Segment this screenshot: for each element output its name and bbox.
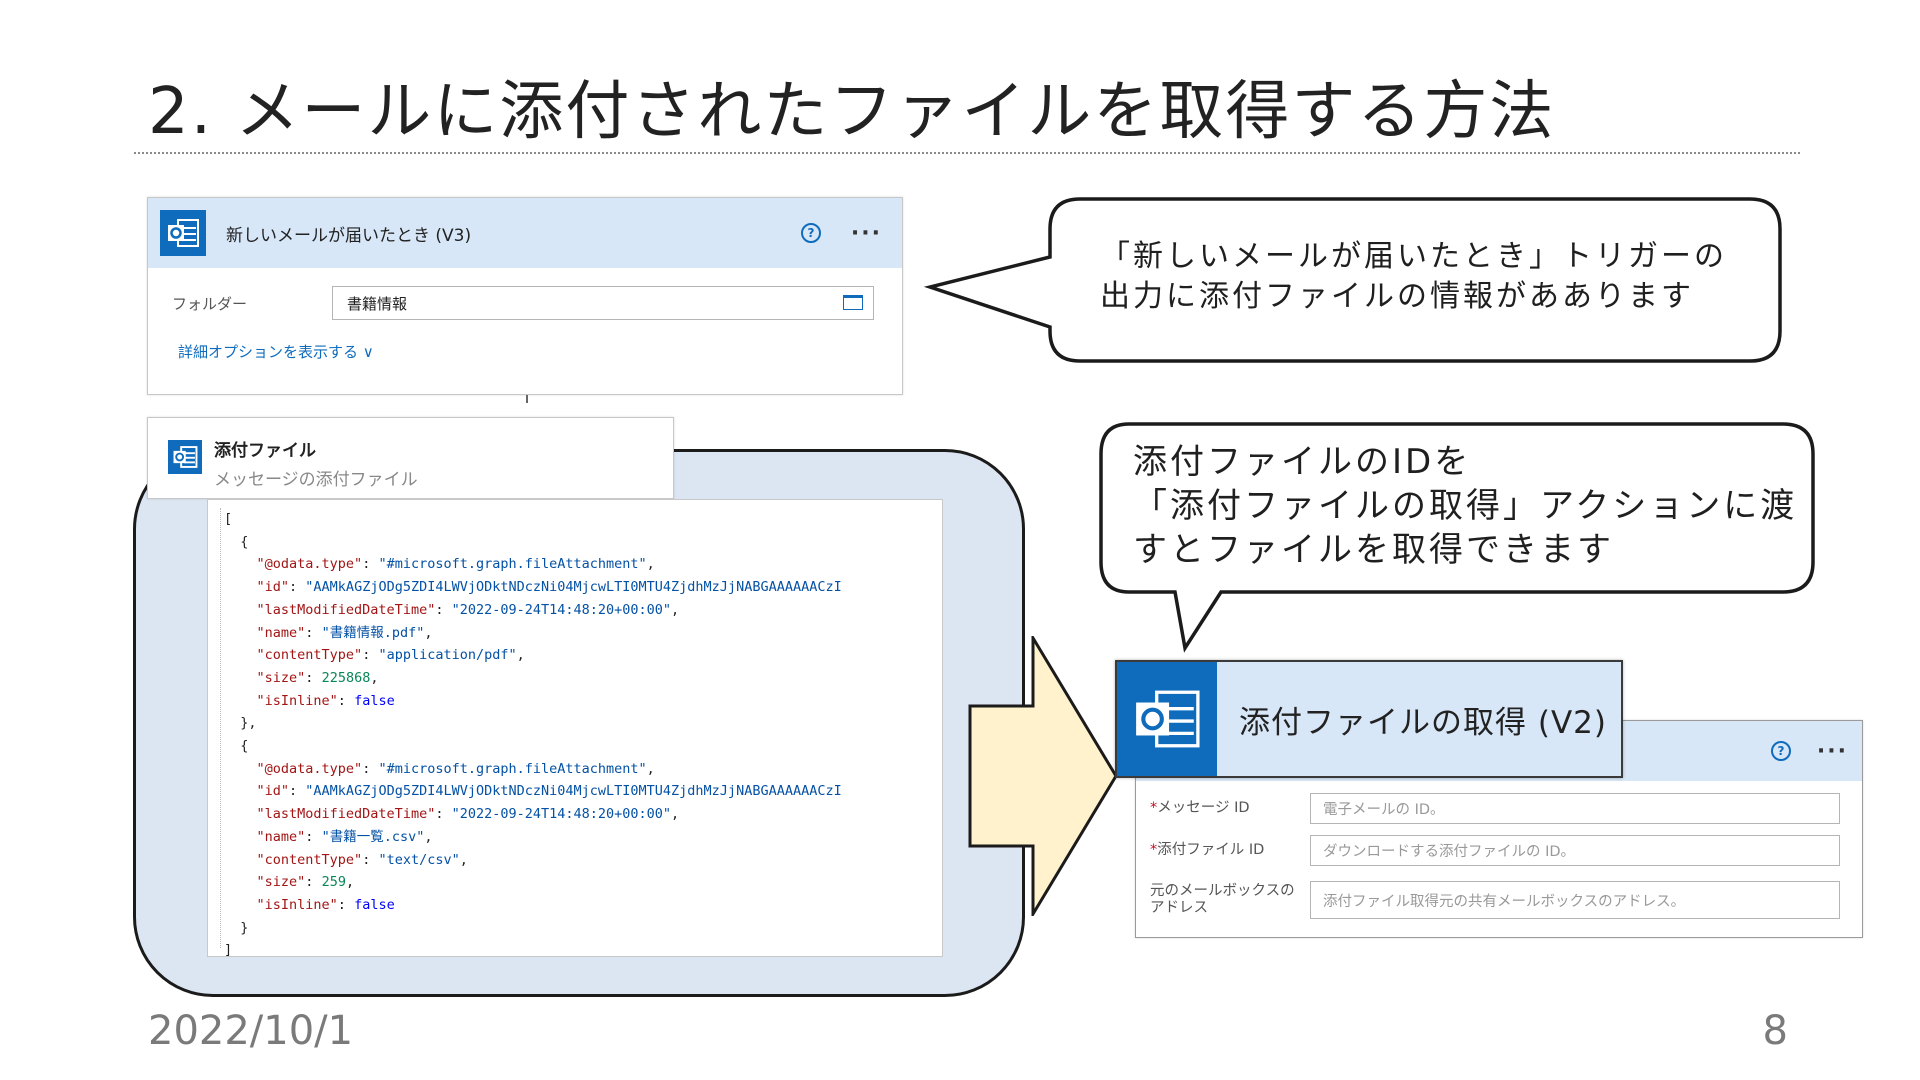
bubble-trigger-line2: 出力に添付ファイルの情報がああります	[1100, 279, 1694, 314]
show-advanced-options-link[interactable]: 詳細オプションを表示する ∨	[178, 341, 374, 362]
json-indent-guide	[220, 508, 222, 948]
title-divider	[134, 152, 1800, 154]
more-options-icon[interactable]: ···	[1817, 739, 1848, 764]
json-line: "id": "AAMkAGZjODg5ZDI4LWVjODktNDczNi04M…	[256, 783, 842, 800]
attachments-subtitle: メッセージの添付ファイル	[214, 470, 418, 490]
help-icon[interactable]: ?	[1770, 741, 1791, 761]
message-id-label: メッセージ ID	[1157, 800, 1250, 816]
outlook-icon	[160, 210, 206, 256]
json-line: "id": "AAMkAGZjODg5ZDI4LWVjODktNDczNi04M…	[256, 579, 842, 596]
mailbox-address-input[interactable]: 添付ファイル取得元の共有メールボックスのアドレス。	[1310, 881, 1840, 919]
slide-title: 2. メールに添付されたファイルを取得する方法	[148, 75, 1556, 149]
footer-date: 2022/10/1	[148, 1008, 354, 1054]
folder-picker-icon[interactable]	[843, 295, 863, 310]
page-number: 8	[1762, 1008, 1788, 1054]
json-line: "isInline": false	[256, 692, 395, 709]
folder-field-row: フォルダー 書籍情報	[172, 286, 874, 320]
help-icon[interactable]: ?	[800, 223, 821, 243]
more-options-icon[interactable]: ···	[851, 221, 882, 246]
get-attachment-header-zoom: 添付ファイルの取得 (V2)	[1115, 660, 1623, 778]
json-line: }	[224, 919, 249, 936]
json-line: "lastModifiedDateTime": "2022-09-24T14:4…	[256, 601, 680, 618]
folder-input[interactable]: 書籍情報	[332, 286, 874, 320]
outlook-icon	[1117, 662, 1217, 776]
folder-label: フォルダー	[172, 294, 248, 313]
json-line: [	[224, 511, 233, 527]
attachments-title: 添付ファイル	[214, 441, 316, 461]
attachment-id-input[interactable]: ダウンロードする添付ファイルの ID。	[1310, 835, 1840, 866]
trigger-speech-bubble: 「新しいメールが届いたとき」トリガーの 出力に添付ファイルの情報がああります	[924, 195, 1784, 365]
get-attachment-title: 添付ファイルの取得 (V2)	[1239, 704, 1607, 741]
mailbox-address-label: 元のメールボックスの アドレス	[1150, 883, 1295, 916]
trigger-card-title: 新しいメールが届いたとき (V3)	[226, 225, 472, 246]
json-line: "contentType": "text/csv",	[256, 851, 468, 868]
json-line: {	[224, 738, 249, 754]
json-line: "contentType": "application/pdf",	[256, 647, 525, 664]
message-id-input[interactable]: 電子メールの ID。	[1310, 793, 1840, 824]
json-line: },	[224, 715, 257, 732]
attachments-token-card[interactable]: 添付ファイル メッセージの添付ファイル	[147, 417, 674, 499]
action-speech-bubble: 添付ファイルのIDを 「添付ファイルの取得」アクションに渡 すとファイルを取得で…	[1097, 420, 1817, 656]
trigger-card[interactable]: 新しいメールが届いたとき (V3) ? ··· フォルダー 書籍情報 詳細オプシ…	[147, 197, 903, 395]
json-line: "size": 259,	[256, 874, 355, 891]
folder-value: 書籍情報	[347, 294, 408, 313]
json-output-panel: [ { "@odata.type": "#microsoft.graph.fil…	[207, 499, 943, 957]
json-line: "size": 225868,	[256, 669, 379, 686]
json-line: ]	[224, 942, 233, 957]
message-id-field-row: *メッセージ ID 電子メールの ID。	[1150, 793, 1840, 824]
bubble-action-line2: 「添付ファイルの取得」アクションに渡	[1133, 486, 1798, 526]
json-line: "isInline": false	[256, 896, 395, 913]
bubble-action-line1: 添付ファイルのIDを	[1133, 442, 1472, 482]
json-line: "name": "書籍情報.pdf",	[256, 624, 433, 641]
outlook-icon	[168, 440, 202, 474]
bubble-action-line3: すとファイルを取得できます	[1133, 530, 1614, 570]
json-line: "lastModifiedDateTime": "2022-09-24T14:4…	[256, 806, 680, 823]
flow-connector	[526, 395, 528, 403]
json-line: "@odata.type": "#microsoft.graph.fileAtt…	[256, 760, 655, 777]
right-arrow-shape	[968, 636, 1118, 916]
mailbox-address-field-row: 元のメールボックスの アドレス 添付ファイル取得元の共有メールボックスのアドレス…	[1150, 881, 1840, 919]
attachment-id-label: 添付ファイル ID	[1157, 842, 1265, 858]
trigger-card-header[interactable]: 新しいメールが届いたとき (V3) ? ···	[148, 198, 902, 268]
bubble-trigger-line1: 「新しいメールが届いたとき」トリガーの	[1100, 239, 1727, 274]
json-line: "@odata.type": "#microsoft.graph.fileAtt…	[256, 556, 655, 573]
json-line: {	[224, 533, 249, 550]
attachment-id-field-row: *添付ファイル ID ダウンロードする添付ファイルの ID。	[1150, 835, 1840, 866]
json-line: "name": "書籍一覧.csv",	[256, 828, 433, 845]
